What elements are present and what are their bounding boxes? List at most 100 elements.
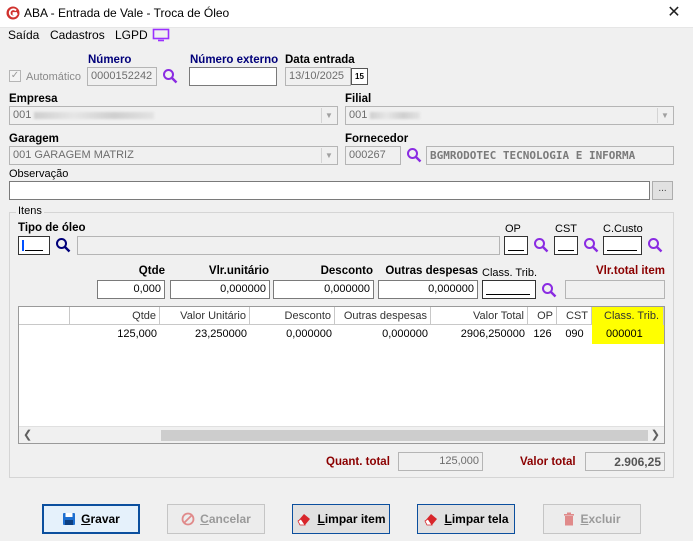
- vlr-unitario-field[interactable]: 0,000000: [170, 280, 270, 299]
- filial-select[interactable]: 001 ▼: [345, 106, 674, 125]
- outras-despesas-field[interactable]: 0,000000: [378, 280, 478, 299]
- grid-col-qtde[interactable]: Qtde: [70, 307, 160, 325]
- search-cst-icon[interactable]: [583, 237, 599, 253]
- data-entrada-label: Data entrada: [285, 54, 355, 66]
- search-numero-icon[interactable]: [162, 68, 178, 84]
- garagem-value: 001 GARAGEM MATRIZ: [13, 149, 134, 161]
- items-grid[interactable]: Qtde Valor Unitário Desconto Outras desp…: [18, 306, 665, 444]
- empresa-label: Empresa: [9, 93, 58, 105]
- search-class-trib-icon[interactable]: [541, 282, 557, 298]
- cell-cst: 090: [565, 328, 584, 340]
- numero-field[interactable]: 0000152242: [87, 67, 157, 86]
- tipo-oleo-description-field: [77, 236, 500, 255]
- op-label: OP: [505, 223, 521, 235]
- empresa-value: 001: [13, 109, 32, 121]
- valor-total-label: Valor total: [520, 456, 576, 468]
- garagem-select[interactable]: 001 GARAGEM MATRIZ ▼: [9, 146, 338, 165]
- cell-outras-despesas: 0,000000: [382, 328, 428, 340]
- outras-despesas-label: Outras despesas: [385, 265, 478, 277]
- cst-label: CST: [555, 223, 577, 235]
- grid-col-outras-despesas[interactable]: Outras despesas: [335, 307, 431, 325]
- scroll-right-icon[interactable]: ❯: [651, 428, 660, 441]
- trash-icon: [564, 512, 575, 526]
- horizontal-scrollbar[interactable]: ❮ ❯: [19, 426, 664, 443]
- cell-valor-total: 2906,250000: [460, 328, 525, 340]
- class-trib-label: Class. Trib.: [482, 267, 538, 279]
- menu-lgpd[interactable]: LGPD: [115, 28, 148, 42]
- fornecedor-name-field: BGMRODOTEC TECNOLOGIA E INFORMA: [426, 146, 674, 165]
- cell-class-trib: 000001: [592, 325, 664, 344]
- monitor-icon[interactable]: [152, 28, 170, 42]
- search-ccusto-icon[interactable]: [647, 237, 663, 253]
- observacao-field[interactable]: [9, 181, 650, 200]
- fornecedor-code-field[interactable]: 000267: [345, 146, 401, 165]
- grid-header: Qtde Valor Unitário Desconto Outras desp…: [19, 307, 664, 325]
- class-trib-field[interactable]: [482, 280, 536, 299]
- cell-desconto: 0,000000: [286, 328, 332, 340]
- cell-valor-unitario: 23,250000: [195, 328, 247, 340]
- garagem-label: Garagem: [9, 133, 59, 145]
- limpar-tela-button[interactable]: Limpar tela: [417, 504, 515, 534]
- vlr-total-item-label: Vlr.total item: [595, 265, 665, 277]
- grid-col-valor-unitario[interactable]: Valor Unitário: [160, 307, 250, 325]
- itens-group-title: Itens: [16, 205, 44, 217]
- op-field[interactable]: [504, 236, 528, 255]
- grid-col-class-trib[interactable]: Class. Trib.: [592, 307, 664, 325]
- window-title: ABA - Entrada de Vale - Troca de Óleo: [24, 6, 230, 20]
- data-entrada-field[interactable]: 13/10/2025: [285, 67, 351, 86]
- limpar-tela-label: Limpar tela: [444, 512, 509, 526]
- filial-value: 001: [349, 109, 368, 121]
- search-tipo-oleo-icon[interactable]: [55, 237, 71, 253]
- cancelar-button[interactable]: Cancelar: [167, 504, 265, 534]
- scroll-thumb[interactable]: [161, 430, 648, 441]
- scroll-left-icon[interactable]: ❮: [23, 428, 32, 441]
- limpar-item-button[interactable]: Limpar item: [292, 504, 390, 534]
- cell-qtde: 125,000: [117, 328, 157, 340]
- ccusto-field[interactable]: [603, 236, 642, 255]
- numero-externo-label: Número externo: [190, 54, 279, 66]
- cancelar-label: Cancelar: [200, 512, 251, 526]
- chevron-down-icon: ▼: [657, 108, 672, 123]
- qtde-label: Qtde: [138, 265, 165, 277]
- qtde-field[interactable]: 0,000: [97, 280, 165, 299]
- menu-cadastros[interactable]: Cadastros: [50, 28, 105, 42]
- desconto-label: Desconto: [320, 265, 373, 277]
- tipo-oleo-code-field[interactable]: [18, 236, 50, 255]
- empresa-redacted: [34, 111, 155, 119]
- excluir-label: Excluir: [580, 512, 621, 526]
- valor-total-field: 2.906,25: [585, 452, 665, 471]
- chevron-down-icon: ▼: [321, 148, 336, 163]
- empresa-select[interactable]: 001 ▼: [9, 106, 338, 125]
- search-fornecedor-icon[interactable]: [406, 147, 422, 163]
- search-op-icon[interactable]: [533, 237, 549, 253]
- close-button[interactable]: ✕: [662, 3, 686, 23]
- fornecedor-label: Fornecedor: [345, 133, 409, 145]
- chevron-down-icon: ▼: [321, 108, 336, 123]
- filial-label: Filial: [345, 93, 372, 105]
- automatico-label: Automático: [26, 71, 82, 83]
- vlr-total-item-field: [565, 280, 665, 299]
- cst-field[interactable]: [554, 236, 578, 255]
- gravar-button[interactable]: Gravar: [42, 504, 140, 534]
- menu-saida[interactable]: Saída: [8, 28, 39, 42]
- grid-col-op[interactable]: OP: [528, 307, 557, 325]
- gravar-label: Gravar: [81, 512, 120, 526]
- desconto-field[interactable]: 0,000000: [273, 280, 374, 299]
- calendar-icon[interactable]: 15: [351, 68, 368, 85]
- filial-redacted: [370, 111, 421, 119]
- eraser-icon: [297, 514, 311, 526]
- app-logo-icon: [6, 6, 20, 20]
- grid-col-desconto[interactable]: Desconto: [250, 307, 335, 325]
- grid-col-valor-total[interactable]: Valor Total: [431, 307, 528, 325]
- ccusto-label: C.Custo: [603, 223, 643, 235]
- numero-externo-field[interactable]: [189, 67, 277, 86]
- observacao-more-button[interactable]: ...: [652, 181, 673, 200]
- grid-col-cst[interactable]: CST: [557, 307, 592, 325]
- quant-total-label: Quant. total: [326, 456, 390, 468]
- quant-total-field: 125,000: [398, 452, 483, 471]
- excluir-button[interactable]: Excluir: [543, 504, 641, 534]
- limpar-item-label: Limpar item: [317, 512, 386, 526]
- automatico-checkbox[interactable]: ✓: [9, 70, 21, 82]
- cell-op: 126: [533, 328, 552, 340]
- vlr-unitario-label: Vlr.unitário: [208, 265, 269, 277]
